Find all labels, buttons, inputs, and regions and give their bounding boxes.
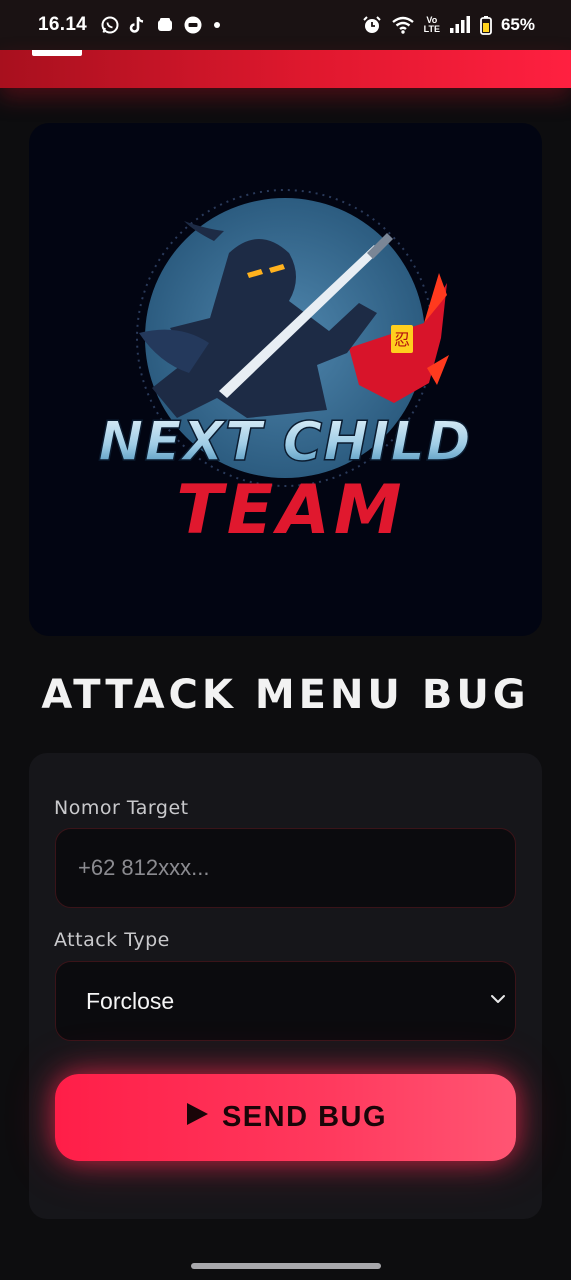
send-button-label: SEND BUG bbox=[221, 1101, 388, 1133]
menu-icon[interactable] bbox=[32, 50, 82, 56]
status-bar-left: 16.14 bbox=[38, 14, 222, 36]
signal-icon bbox=[449, 16, 471, 34]
whatsapp-icon bbox=[100, 15, 120, 35]
attack-form: Nomor Target Attack Type Forclose SEND B… bbox=[29, 753, 542, 1219]
target-number-input[interactable] bbox=[55, 828, 516, 908]
status-time: 16.14 bbox=[38, 14, 88, 35]
chevron-down-icon bbox=[489, 990, 507, 1012]
home-indicator[interactable] bbox=[191, 1263, 381, 1269]
volte-bottom-text: LTE bbox=[423, 24, 440, 34]
page-title: ATTACK MENU BUG bbox=[41, 672, 530, 718]
logo-line1: NEXT CHILD bbox=[98, 410, 472, 473]
status-bar-right: Vo LTE 65% bbox=[362, 15, 535, 35]
attack-type-value: Forclose bbox=[86, 987, 175, 1014]
team-logo-card: 忍 NEXT CHILD TEAM bbox=[29, 123, 542, 636]
kanji-text: 忍 bbox=[394, 330, 410, 349]
battery-percent: 65% bbox=[500, 15, 535, 34]
status-bar: 16.14 Vo LTE 65% bbox=[0, 0, 571, 50]
header-bar bbox=[0, 50, 571, 88]
wifi-icon bbox=[391, 15, 415, 35]
tiktok-icon bbox=[129, 15, 147, 35]
battery-icon bbox=[480, 15, 492, 35]
wallet-icon bbox=[156, 16, 174, 34]
volte-icon: Vo LTE bbox=[424, 16, 440, 34]
team-logo: 忍 NEXT CHILD TEAM bbox=[98, 189, 472, 550]
alarm-icon bbox=[362, 15, 382, 35]
target-label: Nomor Target bbox=[54, 797, 189, 819]
send-bug-button[interactable]: SEND BUG bbox=[55, 1074, 516, 1161]
logo-line2: TEAM bbox=[176, 471, 405, 550]
chat-icon bbox=[183, 15, 203, 35]
play-icon bbox=[184, 1101, 210, 1135]
attack-type-select[interactable]: Forclose bbox=[55, 961, 516, 1041]
dot-icon bbox=[212, 20, 222, 30]
attack-type-label: Attack Type bbox=[54, 929, 170, 951]
